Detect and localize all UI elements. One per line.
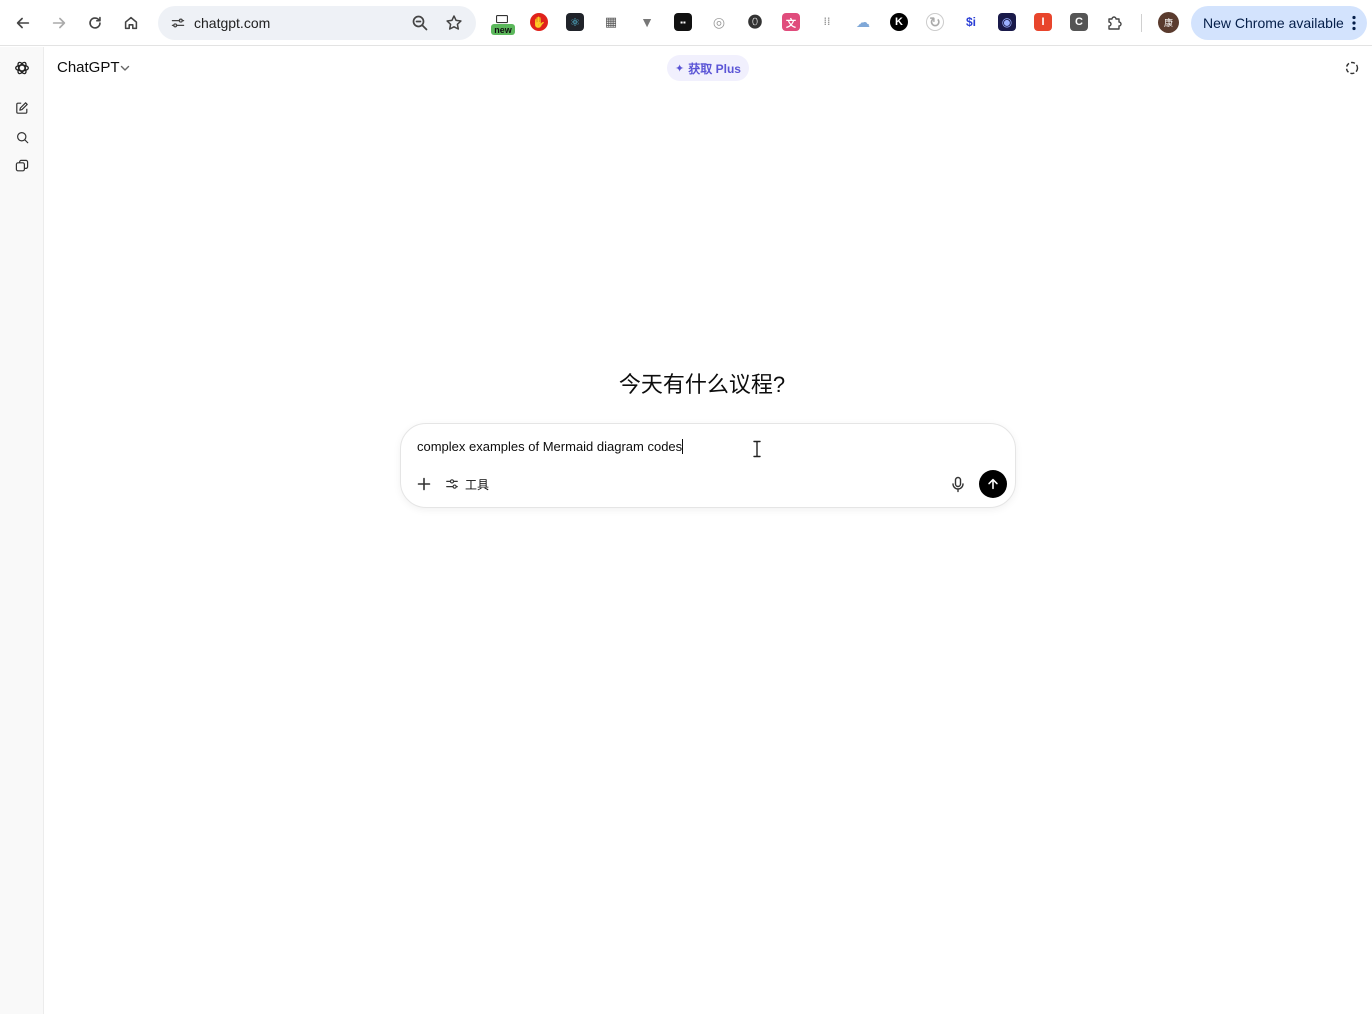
- extension-dollar-icon[interactable]: $i: [962, 13, 980, 31]
- toolbar-divider: [1141, 14, 1142, 32]
- composer[interactable]: complex examples of Mermaid diagram code…: [400, 423, 1016, 508]
- openai-logo-icon[interactable]: [12, 58, 32, 78]
- prompt-text: complex examples of Mermaid diagram code…: [417, 439, 683, 454]
- extension-k-icon[interactable]: K: [890, 13, 908, 31]
- chevron-down-icon[interactable]: [119, 62, 131, 74]
- profile-avatar[interactable]: 康: [1158, 12, 1179, 33]
- microphone-icon[interactable]: [949, 475, 967, 493]
- temporary-chat-icon[interactable]: [1344, 60, 1360, 76]
- sidebar-rail: [0, 47, 44, 1014]
- forward-button[interactable]: [45, 9, 73, 37]
- extensions-puzzle-icon[interactable]: [1106, 13, 1124, 31]
- arrow-left-icon: [16, 17, 30, 29]
- home-icon: [124, 16, 138, 30]
- tools-label: 工具: [465, 477, 490, 492]
- sliders-icon: [446, 479, 458, 489]
- extension-cloud-icon[interactable]: ☁: [854, 13, 872, 31]
- bookmark-star-icon[interactable]: [444, 13, 464, 33]
- search-icon[interactable]: [12, 127, 32, 147]
- extension-qr-icon[interactable]: ▦: [602, 13, 620, 31]
- new-badge: new: [491, 24, 515, 35]
- add-attachment-icon[interactable]: [415, 475, 433, 493]
- extension-circle-icon[interactable]: ◎: [710, 13, 728, 31]
- extension-vue-devtools-icon[interactable]: ▼: [638, 13, 656, 31]
- send-button[interactable]: [979, 470, 1007, 498]
- extension-share-icon[interactable]: ↻: [926, 13, 944, 31]
- extension-password-icon[interactable]: ⓿: [746, 13, 764, 31]
- extension-translate-icon[interactable]: 文: [782, 13, 800, 31]
- extension-bars-icon[interactable]: ⁞⁞: [818, 13, 836, 31]
- extension-dual-icon[interactable]: ▪▪: [674, 13, 692, 31]
- more-vertical-icon[interactable]: [1347, 14, 1361, 32]
- url-text[interactable]: chatgpt.com: [194, 15, 270, 31]
- greeting-heading: 今天有什么议程?: [618, 372, 786, 397]
- extension-i-icon[interactable]: I: [1034, 13, 1052, 31]
- tools-button[interactable]: 工具: [445, 474, 489, 494]
- get-plus-label: 获取 Plus: [688, 61, 741, 76]
- ibeam-cursor-icon: [753, 440, 761, 458]
- chrome-update-button[interactable]: New Chrome available: [1191, 6, 1367, 40]
- reload-icon: [89, 16, 101, 29]
- new-chat-icon[interactable]: [12, 98, 32, 118]
- back-button[interactable]: [9, 9, 37, 37]
- home-button[interactable]: [117, 9, 145, 37]
- address-bar[interactable]: chatgpt.com: [158, 6, 476, 40]
- model-selector[interactable]: ChatGPT: [57, 59, 120, 76]
- prompt-input[interactable]: complex examples of Mermaid diagram code…: [417, 439, 684, 454]
- zoom-icon[interactable]: [410, 13, 430, 33]
- arrow-right-icon: [52, 17, 66, 29]
- site-info-icon[interactable]: [166, 11, 190, 35]
- sparkle-icon: ✦: [675, 62, 685, 75]
- browser-toolbar: chatgpt.com new ✋ ⚛ ▦ ▼ ▪▪ ◎ ⓿ 文 ⁞⁞ ☁ K …: [0, 0, 1372, 46]
- text-caret: [682, 439, 684, 454]
- reload-button[interactable]: [81, 9, 109, 37]
- library-icon[interactable]: [12, 156, 32, 176]
- arrow-up-icon: [988, 478, 998, 490]
- get-plus-button[interactable]: ✦ 获取 Plus: [667, 55, 749, 81]
- chrome-update-label: New Chrome available: [1203, 15, 1344, 31]
- extension-screen-icon[interactable]: ◉: [998, 13, 1016, 31]
- extension-c-icon[interactable]: C: [1070, 13, 1088, 31]
- extension-adblock-icon[interactable]: ✋: [530, 13, 548, 31]
- extension-react-devtools-icon[interactable]: ⚛: [566, 13, 584, 31]
